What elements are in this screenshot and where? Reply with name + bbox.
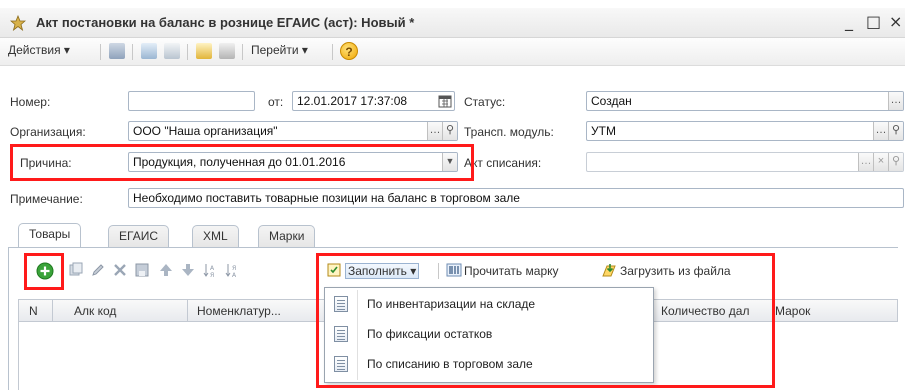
toolbar-separator <box>438 263 439 279</box>
clear-icon[interactable]: × <box>873 153 888 171</box>
status-field[interactable]: Создан … <box>586 91 904 111</box>
tab-goods[interactable]: Товары <box>18 223 82 248</box>
number-field[interactable] <box>128 91 255 111</box>
column-header-quantity[interactable]: Количество дал <box>661 304 749 318</box>
menu-item-label: По списанию в торговом зале <box>367 357 533 371</box>
organization-label: Организация: <box>10 125 86 139</box>
copy-icon[interactable] <box>164 43 180 59</box>
sort-ascending-icon[interactable]: AЯ <box>202 262 218 278</box>
note-field[interactable]: Необходимо поставить товарные позиции на… <box>128 188 904 208</box>
reason-value: Продукция, полученная до 01.01.2016 <box>133 155 346 169</box>
document-window: Акт постановки на баланс в рознице ЕГАИС… <box>0 0 905 390</box>
barcode-icon <box>446 263 462 277</box>
toolbar-separator <box>332 44 333 60</box>
fill-icon <box>327 263 341 277</box>
status-value: Создан <box>591 94 632 108</box>
writeoff-select-button[interactable]: … <box>858 153 873 171</box>
date-value: 12.01.2017 17:37:08 <box>297 94 408 108</box>
transport-module-value: УТМ <box>591 124 616 138</box>
sort-descending-icon[interactable]: ЯA <box>224 262 240 278</box>
svg-text:A: A <box>232 272 237 278</box>
end-edit-icon[interactable] <box>134 262 150 278</box>
transport-module-field[interactable]: УТМ … ⚲ <box>586 121 904 141</box>
minimize-button[interactable]: _ <box>845 12 853 31</box>
help-icon[interactable]: ? <box>340 42 358 60</box>
add-row-icon[interactable] <box>36 262 54 280</box>
organization-select-button[interactable]: … <box>427 122 442 140</box>
document-list-icon <box>334 326 348 342</box>
svg-text:Я: Я <box>232 265 236 272</box>
document-icon <box>10 15 26 31</box>
column-header-alc-code[interactable]: Алк код <box>74 304 116 318</box>
toolbar-separator <box>242 44 243 60</box>
organization-value: ООО "Наша организация" <box>133 124 278 138</box>
move-down-icon[interactable] <box>180 262 196 278</box>
transport-select-button[interactable]: … <box>873 122 888 140</box>
fill-button[interactable]: Заполнить ▾ <box>345 263 420 279</box>
maximize-button[interactable]: □ <box>866 12 881 31</box>
goto-menu[interactable]: Перейти ▾ <box>251 43 308 57</box>
calendar-icon[interactable] <box>438 94 452 108</box>
column-header-marks[interactable]: Марок <box>775 304 810 318</box>
read-mark-button[interactable]: Прочитать марку <box>464 264 559 278</box>
column-divider <box>772 300 773 322</box>
reason-label: Причина: <box>20 156 72 170</box>
menu-item-label: По фиксации остатков <box>367 327 493 341</box>
toolbar-separator <box>187 44 188 60</box>
actions-menu[interactable]: Действия ▾ <box>8 43 70 57</box>
column-divider <box>52 300 53 322</box>
menu-item-sales-floor-writeoff[interactable]: По списанию в торговом зале <box>325 350 653 378</box>
load-from-file-button[interactable]: Загрузить из файла <box>620 264 731 278</box>
status-select-button[interactable]: … <box>888 92 903 110</box>
writeoff-act-label: Акт списания: <box>464 156 542 170</box>
edit-icon[interactable] <box>90 262 106 278</box>
post-icon[interactable] <box>109 43 125 59</box>
date-label: от: <box>268 95 284 109</box>
tab-xml[interactable]: XML <box>192 225 239 247</box>
transport-open-icon[interactable]: ⚲ <box>888 122 903 140</box>
status-label: Статус: <box>464 95 506 109</box>
tab-marks[interactable]: Марки <box>258 225 316 247</box>
toolbar-separator <box>100 44 101 60</box>
organization-field[interactable]: ООО "Наша организация" … ⚲ <box>128 121 458 141</box>
column-header-number[interactable]: N <box>29 304 38 318</box>
note-label: Примечание: <box>10 192 83 206</box>
print-icon[interactable] <box>219 43 235 59</box>
writeoff-act-field[interactable]: … × ⚲ <box>586 152 904 172</box>
svg-text:A: A <box>210 265 215 272</box>
structure-icon[interactable] <box>141 43 157 59</box>
menu-item-label: По инвентаризации на складе <box>367 297 536 311</box>
delete-icon[interactable] <box>112 262 128 278</box>
menu-item-inventory[interactable]: По инвентаризации на складе <box>325 290 653 318</box>
document-list-icon <box>334 296 348 312</box>
number-label: Номер: <box>10 95 51 109</box>
reason-select[interactable]: Продукция, полученная до 01.01.2016 ▼ <box>128 152 458 172</box>
document-list-icon <box>334 356 348 372</box>
load-from-file-icon <box>602 264 616 277</box>
svg-text:Я: Я <box>210 272 214 278</box>
date-field[interactable]: 12.01.2017 17:37:08 <box>292 91 455 111</box>
close-button[interactable]: × <box>889 12 902 31</box>
writeoff-open-icon[interactable]: ⚲ <box>888 153 903 171</box>
menu-item-balance-fixation[interactable]: По фиксации остатков <box>325 320 653 348</box>
copy-row-icon[interactable] <box>68 262 84 278</box>
organization-open-icon[interactable]: ⚲ <box>442 122 457 140</box>
toolbar-separator <box>132 44 133 60</box>
column-divider <box>187 300 188 322</box>
main-toolbar: Действия ▾ Перейти ▾ ? <box>0 38 905 66</box>
title-bar: Акт постановки на баланс в рознице ЕГАИС… <box>0 8 905 38</box>
tab-egais[interactable]: ЕГАИС <box>108 225 169 247</box>
move-up-icon[interactable] <box>158 262 174 278</box>
fill-dropdown-menu: По инвентаризации на складе По фиксации … <box>324 287 654 383</box>
chevron-down-icon[interactable]: ▼ <box>442 153 457 171</box>
window-title: Акт постановки на баланс в рознице ЕГАИС… <box>36 15 415 30</box>
transport-module-label: Трансп. модуль: <box>464 125 554 139</box>
documents-icon[interactable] <box>196 43 212 59</box>
column-header-nomenclature[interactable]: Номенклатур... <box>197 304 281 318</box>
